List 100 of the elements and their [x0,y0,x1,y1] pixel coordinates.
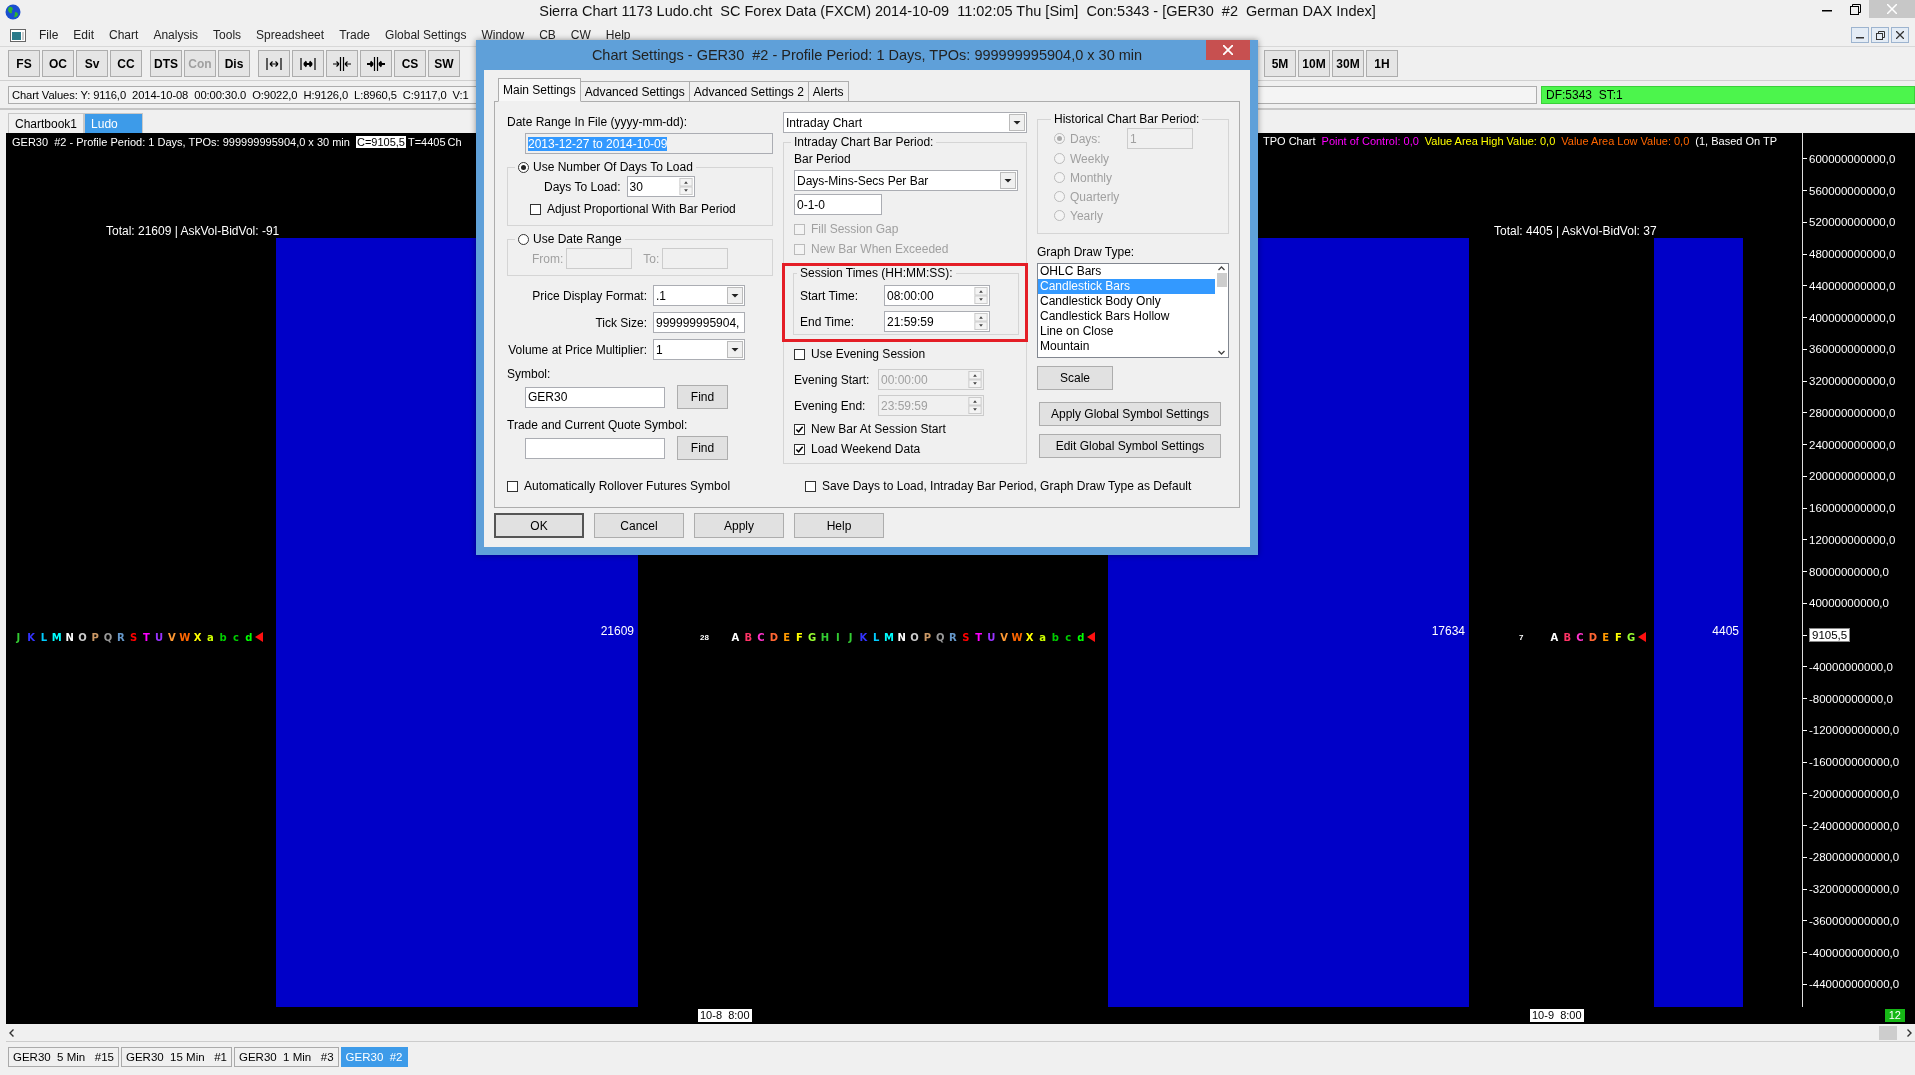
dropdown[interactable]: .1 [653,285,745,306]
field-label: Start Time: [800,288,859,303]
caret-icon[interactable] [1000,172,1016,189]
toolbar-button[interactable]: CS [394,50,426,77]
list-item[interactable]: Candlestick Body Only [1038,294,1215,309]
caret-icon[interactable] [727,287,743,304]
menu-item[interactable]: File [32,28,67,42]
toolbar-button[interactable]: DTS [150,50,182,77]
window-icon[interactable] [10,28,26,42]
dialog-button[interactable]: Apply [694,513,784,538]
menu-item[interactable]: Help [598,28,639,42]
list-item[interactable]: Candlestick Bars Hollow [1038,309,1215,324]
chartbook-tab[interactable]: Chartbook1 [8,113,85,133]
days-field[interactable]: 30 [626,176,695,197]
chart-tab[interactable]: GER30 5 Min #15 [8,1047,119,1067]
volume-value: 21609 [600,624,634,638]
dialog-button[interactable]: Help [794,513,884,538]
checkbox[interactable] [794,348,805,360]
bar-period-field[interactable]: 0-1-0 [794,194,882,215]
settings-tab[interactable]: Advanced Settings 2 [689,81,809,102]
menu-item[interactable]: CW [563,28,599,42]
radio-button[interactable] [518,161,529,173]
caret-icon[interactable] [727,341,743,358]
toolbar-button[interactable]: 5M [1264,50,1296,77]
toolbar-button[interactable]: FS [8,50,40,77]
toolbar-button[interactable]: Dis [218,50,250,77]
tpo-count: 7 [1519,632,1525,642]
find-button[interactable]: Find [677,385,728,409]
find-button[interactable]: Find [677,436,728,460]
menu-item[interactable]: Global Settings [378,28,475,42]
date-field[interactable] [662,248,729,269]
bar-period-dropdown[interactable]: Days-Mins-Secs Per Bar [794,170,1018,191]
chart-tab[interactable]: GER30 15 Min #1 [121,1047,232,1067]
field-label: Graph Draw Type: [1037,244,1136,260]
checkbox[interactable] [507,480,518,492]
scrollbar-thumb[interactable] [1216,273,1227,287]
minimize-button[interactable] [1851,27,1869,43]
toolbar-button[interactable]: 10M [1298,50,1330,77]
close-button[interactable] [1891,27,1909,43]
symbol-field[interactable]: GER30 [525,386,665,408]
chevron-up-icon[interactable] [1217,264,1226,272]
toolbar-button[interactable]: Sv [76,50,108,77]
toolbar-button[interactable] [360,50,392,77]
dialog-button[interactable]: Cancel [594,513,684,538]
list-box[interactable]: OHLC Bars Candlestick Bars Candlestick Body Only Candlestick Bars Hollow Line on Close Mountain [1037,263,1229,358]
settings-tab[interactable]: Main Settings [498,78,581,102]
radio-button[interactable] [518,233,529,245]
symbol-settings-button[interactable]: Apply Global Symbol Settings [1039,402,1221,426]
tpo-letter: J [847,631,854,643]
scale-button[interactable]: Scale [1037,366,1113,390]
tpo-letter: E [1601,631,1610,643]
tick-size-field[interactable]: 999999995904, [653,312,745,333]
tpo-letter: T [974,631,983,643]
toolbar-button[interactable] [326,50,358,77]
menu-item[interactable]: Spreadsheet [249,28,333,42]
time-label: 10-8 8:00 [698,1009,752,1022]
field-label: Days To Load: [544,179,621,194]
axis-label: -200000000000,0 [1809,787,1900,800]
tpo-letter: O [909,631,920,643]
spinner-arrows-icon[interactable] [974,313,988,330]
settings-tab[interactable]: Alerts [808,81,849,102]
quote-symbol-field[interactable] [525,437,665,459]
checkbox[interactable] [530,203,541,215]
menu-item[interactable]: Analysis [146,28,207,42]
toolbar-button[interactable]: 30M [1332,50,1364,77]
list-item[interactable]: Mountain [1038,339,1215,354]
date-field[interactable] [566,248,633,269]
menu-item[interactable]: Edit [66,28,103,42]
checkbox[interactable] [794,423,805,435]
restore-button[interactable] [1871,27,1889,43]
toolbar-button[interactable]: 1H [1366,50,1398,77]
time-field[interactable]: 21:59:59 [884,311,990,332]
spinner-arrows-icon[interactable] [974,287,988,304]
menu-item[interactable]: Chart [102,28,147,42]
spinner-arrows-icon[interactable] [678,178,693,195]
scrollbar-thumb[interactable] [1879,1025,1897,1040]
dropdown[interactable]: 1 [653,339,745,360]
menu-item[interactable]: Trade [332,28,379,42]
menu-item[interactable]: Window [474,28,533,42]
list-item[interactable]: OHLC Bars [1038,264,1215,279]
checkbox[interactable] [805,480,816,492]
chevron-down-icon[interactable] [1217,349,1226,357]
toolbar-button[interactable]: SW [428,50,460,77]
symbol-settings-button[interactable]: Edit Global Symbol Settings [1039,434,1221,458]
chart-type-dropdown[interactable]: Intraday Chart [783,112,1027,133]
list-item[interactable]: Line on Close [1038,324,1215,339]
field-label: Volume at Price Multiplier: [507,341,647,358]
toolbar-button[interactable] [292,50,324,77]
menu-item[interactable]: Tools [206,28,250,42]
chart-tab[interactable]: GER30 1 Min #3 [234,1047,339,1067]
time-field[interactable]: 08:00:00 [884,285,990,306]
triangle-marker-icon [1087,632,1096,642]
menu-item[interactable]: CB [532,28,564,42]
checkbox[interactable] [794,443,805,455]
dialog-button[interactable]: OK [494,513,584,538]
toolbar-button[interactable]: CC [110,50,142,77]
caret-icon[interactable] [1009,114,1025,131]
group-title: Intraday Chart Bar Period: [794,135,934,149]
toolbar-button[interactable]: OC [42,50,74,77]
settings-tab[interactable]: Advanced Settings [580,81,690,102]
